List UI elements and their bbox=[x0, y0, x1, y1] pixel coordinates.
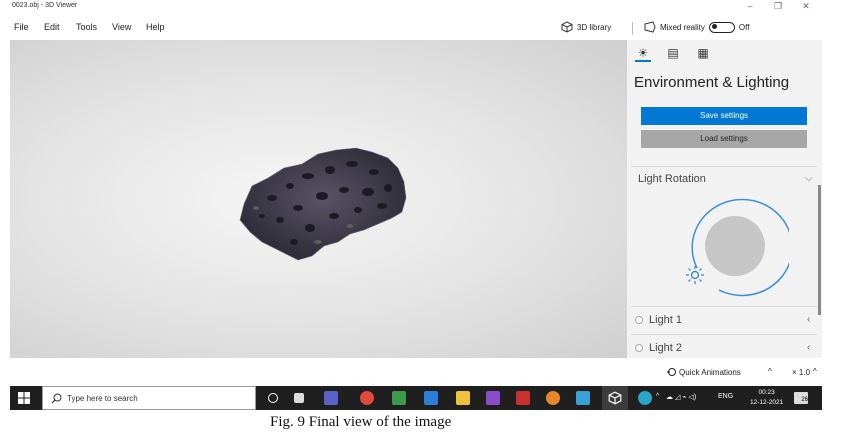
clock-date: 12-12-2021 bbox=[750, 399, 784, 406]
photos-icon[interactable] bbox=[576, 391, 590, 405]
light-rotation-label: Light Rotation bbox=[638, 173, 706, 185]
menu-tools[interactable]: Tools bbox=[76, 22, 97, 32]
status-bar: Quick Animations ^ × 1.0 ^ bbox=[627, 362, 822, 382]
notifications-icon[interactable]: 26 bbox=[794, 392, 808, 404]
app-status-icon[interactable] bbox=[638, 391, 652, 405]
title-bar: 0023.obj - 3D Viewer – ❐ ✕ bbox=[10, 0, 822, 14]
panel-divider bbox=[631, 166, 817, 167]
search-icon bbox=[51, 393, 62, 404]
3d-viewport[interactable] bbox=[10, 40, 627, 358]
light2-indicator bbox=[635, 344, 643, 352]
grid-icon[interactable]: ▦ bbox=[695, 46, 711, 62]
search-placeholder: Type here to search bbox=[67, 394, 138, 403]
taskbar-search-box[interactable]: Type here to search bbox=[42, 386, 256, 410]
window-title: 0023.obj - 3D Viewer bbox=[12, 2, 78, 9]
panel-title: Environment & Lighting bbox=[634, 74, 790, 91]
light1-indicator bbox=[635, 316, 643, 324]
3d-library-label: 3D library bbox=[577, 22, 612, 32]
menu-view[interactable]: View bbox=[112, 22, 131, 32]
windows-start-icon[interactable] bbox=[18, 392, 30, 404]
rock-3d-model[interactable] bbox=[232, 146, 410, 264]
menu-bar: File Edit Tools View Help 3D library Mix… bbox=[10, 18, 822, 38]
mixed-reality-icon bbox=[644, 21, 656, 33]
mixed-reality-state: Off bbox=[738, 22, 750, 32]
blender-icon[interactable] bbox=[546, 391, 560, 405]
zoom-level[interactable]: × 1.0 bbox=[792, 368, 810, 377]
save-settings-button[interactable]: Save settings bbox=[641, 107, 807, 125]
panel-tabs: ☀ ▤ ▦ bbox=[635, 46, 711, 62]
chrome-icon[interactable] bbox=[360, 391, 374, 405]
animation-icon bbox=[667, 368, 676, 376]
tray-icons[interactable]: ☁ ◿ ⌁ ◁) bbox=[666, 393, 696, 401]
cortana-icon[interactable] bbox=[268, 393, 278, 403]
file-explorer-icon[interactable] bbox=[456, 391, 470, 405]
menu-file[interactable]: File bbox=[14, 22, 29, 32]
language-indicator[interactable]: ENG bbox=[718, 393, 733, 400]
chevron-left-icon[interactable]: ‹ bbox=[807, 342, 810, 353]
panel-scrollbar[interactable] bbox=[818, 185, 821, 315]
minimize-button[interactable]: – bbox=[736, 0, 764, 14]
task-view-icon[interactable] bbox=[294, 393, 304, 403]
chevron-down-icon[interactable]: ⌵ bbox=[805, 173, 813, 184]
chevron-left-icon[interactable]: ‹ bbox=[807, 314, 810, 325]
notepad-icon[interactable] bbox=[392, 391, 406, 405]
menu-separator bbox=[632, 22, 633, 35]
chevron-up-icon[interactable]: ^ bbox=[813, 367, 817, 376]
tray-overflow-icon[interactable]: ^ bbox=[656, 393, 659, 400]
sun-icon[interactable]: ☀ bbox=[635, 46, 651, 62]
taskbar: Type here to search ^ ☁ ◿ ⌁ ◁) ENG 00:23… bbox=[10, 386, 822, 410]
load-settings-button[interactable]: Load settings bbox=[641, 130, 807, 148]
app-window: 0023.obj - 3D Viewer – ❐ ✕ File Edit Too… bbox=[10, 0, 822, 384]
light1-label[interactable]: Light 1 bbox=[649, 314, 682, 326]
chevron-up-icon[interactable]: ^ bbox=[768, 367, 772, 376]
mixed-reality-label: Mixed reality bbox=[660, 22, 705, 32]
taskbar-clock[interactable]: 00:23 12-12-2021 bbox=[750, 388, 783, 408]
panel-divider bbox=[631, 334, 817, 335]
visual-studio-icon[interactable] bbox=[486, 391, 500, 405]
3d-library-button[interactable]: 3D library bbox=[561, 21, 611, 33]
cube-icon bbox=[561, 21, 573, 33]
environment-panel: ☀ ▤ ▦ Environment & Lighting Save settin… bbox=[627, 40, 822, 358]
figure-caption: Fig. 9 Final view of the image bbox=[270, 414, 452, 430]
teams-icon[interactable] bbox=[324, 391, 338, 405]
menu-edit[interactable]: Edit bbox=[44, 22, 60, 32]
menu-help[interactable]: Help bbox=[146, 22, 165, 32]
vscode-icon[interactable] bbox=[424, 391, 438, 405]
filezilla-icon[interactable] bbox=[516, 391, 530, 405]
3d-viewer-icon bbox=[608, 391, 622, 405]
sun-handle-icon[interactable] bbox=[685, 265, 705, 285]
mixed-reality-switch[interactable] bbox=[708, 21, 735, 33]
maximize-button[interactable]: ❐ bbox=[764, 0, 792, 14]
panel-divider bbox=[631, 306, 817, 307]
stats-icon[interactable]: ▤ bbox=[665, 46, 681, 62]
clock-time: 00:23 bbox=[758, 389, 775, 396]
close-button[interactable]: ✕ bbox=[792, 0, 820, 14]
light2-label[interactable]: Light 2 bbox=[649, 342, 682, 354]
mixed-reality-toggle[interactable]: Mixed reality Off bbox=[644, 21, 749, 33]
quick-animations-button[interactable]: Quick Animations bbox=[679, 368, 741, 377]
